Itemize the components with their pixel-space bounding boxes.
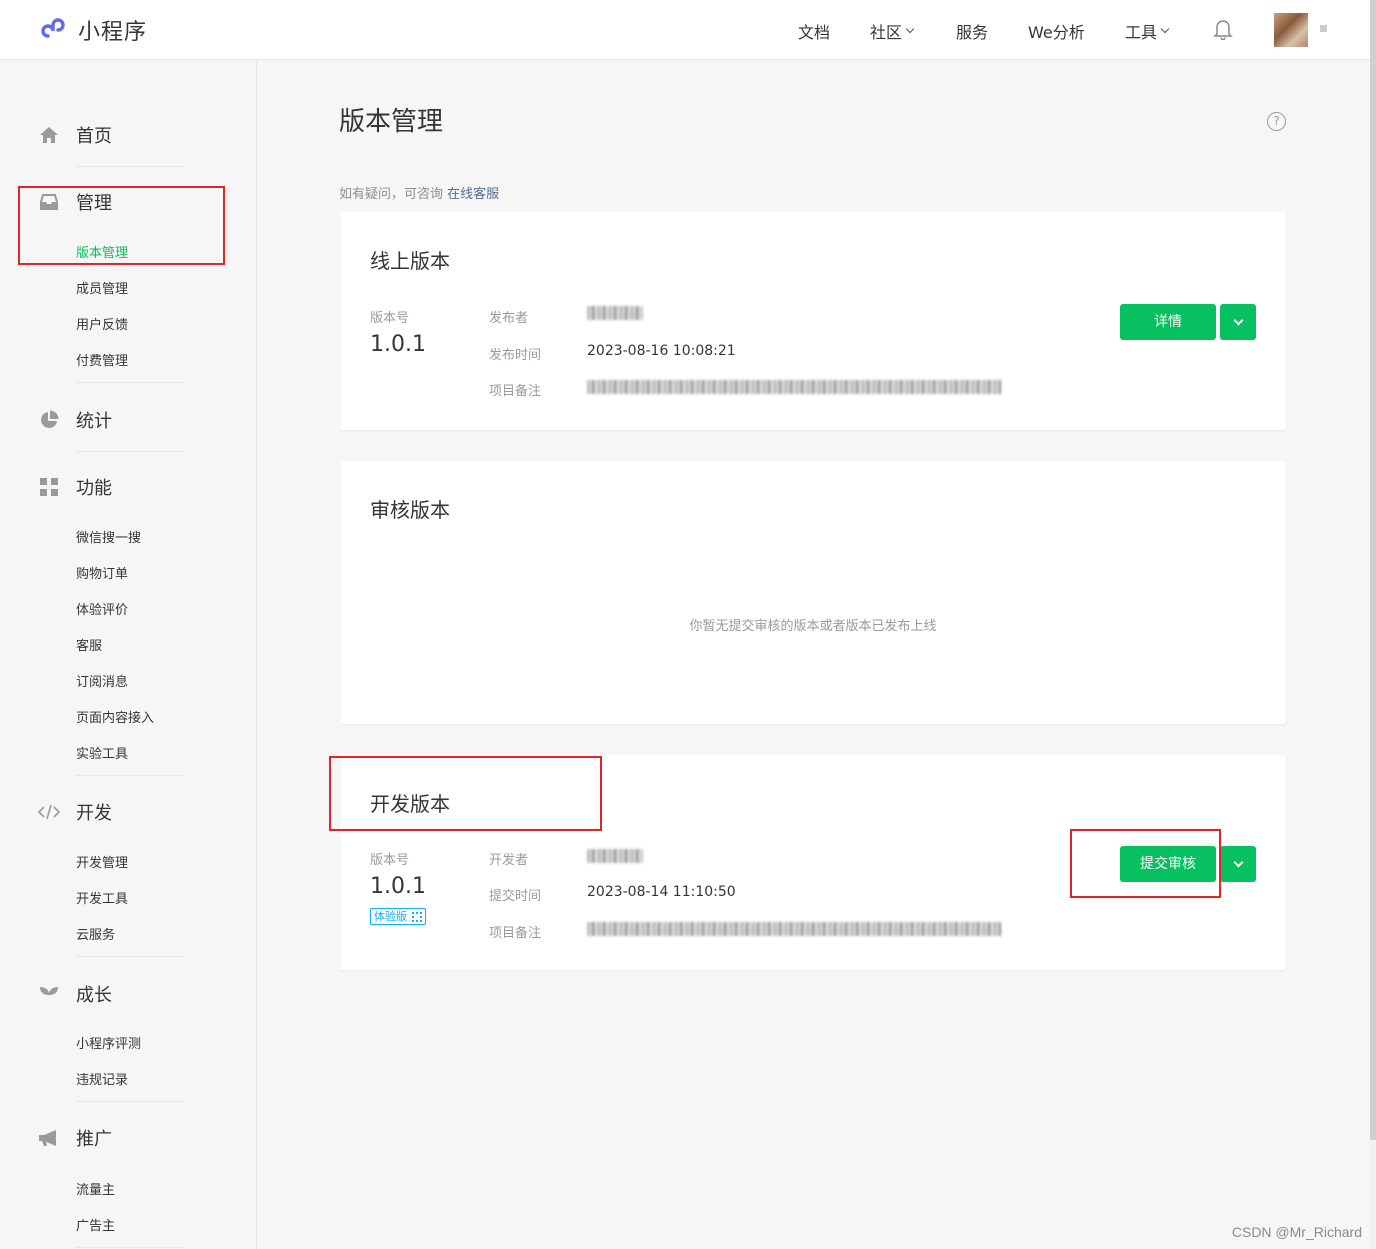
top-bar: 小程序 文档 社区 服务 We分析 工具	[0, 0, 1370, 60]
sprout-icon	[38, 983, 60, 1005]
sidebar-item-shopping-orders[interactable]: 购物订单	[76, 563, 128, 582]
sidebar-item-advertiser[interactable]: 广告主	[76, 1215, 115, 1234]
publish-time-value: 2023-08-16 10:08:21	[587, 343, 736, 359]
nav-tools[interactable]: 工具	[1125, 19, 1170, 43]
chevron-down-icon	[905, 24, 915, 34]
sidebar-item-traffic-owner[interactable]: 流量主	[76, 1179, 115, 1198]
version-label: 版本号	[370, 311, 410, 326]
remark-value	[587, 379, 1001, 395]
publisher-label: 发布者	[489, 311, 529, 326]
sidebar-item-label: 推广	[76, 1129, 112, 1150]
online-version-card: 线上版本 版本号 1.0.1 发布者 发布时间 2023-08-16 10:08…	[340, 212, 1286, 430]
help-hint: 如有疑问，可咨询 在线客服	[339, 183, 499, 202]
card-title: 审核版本	[370, 498, 450, 522]
sidebar-item-payment-management[interactable]: 付费管理	[76, 350, 128, 369]
qrcode-icon	[412, 911, 422, 922]
page-title: 版本管理	[339, 107, 444, 137]
divider	[76, 1101, 186, 1102]
publisher-value	[587, 305, 643, 321]
highlight-box-manage	[18, 186, 225, 265]
developer-label: 开发者	[489, 853, 529, 868]
nav-tools-label: 工具	[1125, 23, 1158, 42]
sidebar-item-label: 功能	[76, 478, 112, 499]
remark-label: 项目备注	[489, 926, 542, 941]
developer-value	[587, 848, 643, 864]
megaphone-icon	[38, 1127, 60, 1149]
submit-time-value: 2023-08-14 11:10:50	[587, 884, 736, 900]
sidebar-item-customer-service[interactable]: 客服	[76, 635, 102, 654]
sidebar-item-dev-management[interactable]: 开发管理	[76, 852, 128, 871]
nav-community-label: 社区	[870, 23, 903, 42]
divider	[76, 1247, 186, 1248]
version-number: 1.0.1	[370, 874, 426, 899]
sidebar-item-label: 成长	[76, 985, 112, 1006]
nav-we-analysis[interactable]: We分析	[1028, 19, 1085, 43]
remark-label: 项目备注	[489, 384, 542, 399]
review-version-card: 审核版本 你暂无提交审核的版本或者版本已发布上线	[340, 461, 1286, 724]
top-nav: 文档 社区 服务 We分析 工具	[0, 19, 1370, 43]
divider	[76, 382, 186, 383]
help-hint-text: 如有疑问，可咨询	[339, 187, 444, 202]
sidebar-item-cloud-service[interactable]: 云服务	[76, 924, 115, 943]
sidebar-item-page-content[interactable]: 页面内容接入	[76, 707, 154, 726]
divider	[76, 956, 186, 957]
sidebar-item-wechat-search[interactable]: 微信搜一搜	[76, 527, 141, 546]
sidebar-item-label: 统计	[76, 411, 112, 432]
sidebar-item-promotion[interactable]: 推广	[38, 1125, 112, 1151]
online-support-link[interactable]: 在线客服	[447, 187, 499, 202]
sidebar-item-dev[interactable]: 开发	[38, 799, 112, 825]
nav-we-analysis-label: We分析	[1028, 23, 1085, 42]
bell-icon[interactable]	[1213, 18, 1233, 40]
grid-icon	[38, 476, 60, 498]
sidebar-item-growth[interactable]: 成长	[38, 981, 112, 1007]
code-icon	[38, 801, 60, 823]
submit-time-label: 提交时间	[489, 889, 542, 904]
watermark: CSDN @Mr_Richard	[1231, 1224, 1362, 1240]
chevron-down-icon	[1233, 315, 1243, 325]
trial-version-tag[interactable]: 体验版	[370, 908, 426, 925]
sidebar-item-violation-records[interactable]: 违规记录	[76, 1069, 128, 1088]
divider	[76, 775, 186, 776]
sidebar-item-user-feedback[interactable]: 用户反馈	[76, 314, 128, 333]
dev-more-dropdown[interactable]	[1220, 846, 1256, 882]
divider	[76, 451, 186, 452]
avatar-menu-indicator[interactable]	[1320, 25, 1327, 32]
nav-services-label: 服务	[956, 23, 989, 42]
detail-button[interactable]: 详情	[1120, 304, 1216, 340]
highlight-box-submit-review	[1070, 829, 1221, 898]
sidebar-item-label: 首页	[76, 126, 112, 147]
chevron-down-icon	[1233, 857, 1243, 867]
sidebar-item-experiment-tools[interactable]: 实验工具	[76, 743, 128, 762]
sidebar-item-home[interactable]: 首页	[38, 122, 112, 148]
version-number: 1.0.1	[370, 332, 426, 357]
sidebar-item-subscription-messages[interactable]: 订阅消息	[76, 671, 128, 690]
trial-version-label: 体验版	[374, 910, 407, 923]
empty-state-text: 你暂无提交审核的版本或者版本已发布上线	[689, 619, 937, 634]
nav-docs-label: 文档	[798, 23, 831, 42]
highlight-box-dev-version	[329, 756, 602, 831]
home-icon	[38, 124, 60, 146]
avatar[interactable]	[1274, 13, 1308, 47]
help-icon[interactable]: ?	[1267, 112, 1286, 131]
remark-value	[587, 921, 1001, 937]
nav-services[interactable]: 服务	[956, 19, 988, 43]
sidebar-item-dev-tools[interactable]: 开发工具	[76, 888, 128, 907]
pie-chart-icon	[38, 409, 60, 431]
divider	[76, 166, 186, 167]
online-more-dropdown[interactable]	[1220, 304, 1256, 340]
card-title: 线上版本	[370, 249, 450, 273]
scrollbar[interactable]	[1370, 0, 1376, 1140]
sidebar-item-label: 开发	[76, 803, 112, 824]
publish-time-label: 发布时间	[489, 348, 542, 363]
chevron-down-icon	[1160, 24, 1170, 34]
sidebar-item-member-management[interactable]: 成员管理	[76, 278, 128, 297]
nav-docs[interactable]: 文档	[798, 19, 830, 43]
sidebar-item-experience-rating[interactable]: 体验评价	[76, 599, 128, 618]
sidebar-item-features[interactable]: 功能	[38, 474, 112, 500]
sidebar-item-stats[interactable]: 统计	[38, 407, 112, 433]
sidebar-item-miniprogram-review[interactable]: 小程序评测	[76, 1033, 141, 1052]
nav-community[interactable]: 社区	[870, 19, 915, 43]
version-label: 版本号	[370, 853, 410, 868]
